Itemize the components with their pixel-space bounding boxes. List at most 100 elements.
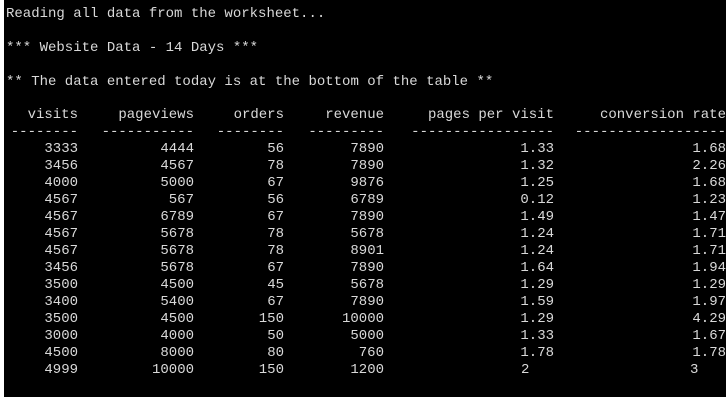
cell-pageviews: 10000	[151, 362, 194, 378]
cell-orders: 78	[267, 158, 284, 174]
cell-revenue: 7890	[350, 294, 384, 310]
cell-visits: 3500	[44, 277, 78, 293]
cell-orders: 67	[267, 260, 284, 276]
table-header-row: visits pageviews orders revenue pages per vi…	[4, 107, 726, 124]
cell-conversion-rate: 1.23	[692, 192, 726, 208]
cell-conversion-rate: 3	[690, 362, 699, 378]
column-separator-visits: --------	[10, 124, 78, 140]
cell-pageviews: 5678	[160, 243, 194, 259]
column-header-orders: orders	[233, 107, 284, 123]
table-row: 3000 4000 50 5000 1.33 1.67	[4, 328, 726, 345]
cell-pageviews: 5000	[160, 175, 194, 191]
column-header-pageviews: pageviews	[118, 107, 194, 123]
terminal-window: Reading all data from the worksheet... *…	[4, 0, 726, 397]
cell-visits: 4567	[44, 192, 78, 208]
column-header-conversion-rate: conversion rate	[599, 107, 726, 123]
cell-pages-per-visit: 1.24	[520, 243, 554, 259]
cell-pages-per-visit: 1.29	[520, 277, 554, 293]
cell-revenue: 7890	[350, 158, 384, 174]
cell-pages-per-visit: 1.78	[520, 345, 554, 361]
cell-orders: 78	[267, 226, 284, 242]
column-header-visits: visits	[27, 107, 78, 123]
cell-pageviews: 6789	[160, 209, 194, 225]
cell-conversion-rate: 1.47	[692, 209, 726, 225]
cell-conversion-rate: 1.97	[692, 294, 726, 310]
table-row: 3500 4500 45 5678 1.29 1.29	[4, 277, 726, 294]
cell-revenue: 5000	[350, 328, 384, 344]
cell-revenue: 7890	[350, 141, 384, 157]
table-row: 4999 10000 150 1200 2 3	[4, 362, 726, 379]
table-row: 4567 5678 78 8901 1.24 1.71	[4, 243, 726, 260]
note-line: ** The data entered today is at the bott…	[6, 74, 494, 90]
data-table: visits pageviews orders revenue pages per vi…	[4, 107, 726, 379]
table-row: 3333 4444 56 7890 1.33 1.68	[4, 141, 726, 158]
cell-pages-per-visit: 1.64	[520, 260, 554, 276]
cell-visits: 3000	[44, 328, 78, 344]
table-row: 3456 4567 78 7890 1.32 2.26	[4, 158, 726, 175]
cell-conversion-rate: 1.78	[692, 345, 726, 361]
table-separator-row: -------- ----------- -------- --------- ----…	[4, 124, 726, 141]
table-row: 4567 5678 78 5678 1.24 1.71	[4, 226, 726, 243]
cell-pageviews: 8000	[160, 345, 194, 361]
cell-orders: 78	[267, 243, 284, 259]
cell-pages-per-visit: 1.59	[520, 294, 554, 310]
cell-orders: 67	[267, 294, 284, 310]
cell-visits: 3456	[44, 158, 78, 174]
cell-orders: 150	[258, 311, 284, 327]
status-line-reading: Reading all data from the worksheet...	[6, 6, 326, 22]
cell-pageviews: 4567	[160, 158, 194, 174]
cell-pages-per-visit: 1.25	[520, 175, 554, 191]
cell-conversion-rate: 1.94	[692, 260, 726, 276]
table-row: 4500 8000 80 760 1.78 1.78	[4, 345, 726, 362]
cell-conversion-rate: 2.26	[692, 158, 726, 174]
column-separator-revenue: ---------	[308, 124, 384, 140]
cell-orders: 56	[267, 192, 284, 208]
column-header-pages-per-visit: pages per visit	[427, 107, 554, 123]
cell-pages-per-visit: 1.32	[520, 158, 554, 174]
cell-conversion-rate: 1.71	[692, 226, 726, 242]
column-separator-conversion-rate: ------------------	[574, 124, 726, 140]
cell-pageviews: 4500	[160, 311, 194, 327]
cell-revenue: 9876	[350, 175, 384, 191]
cell-orders: 67	[267, 175, 284, 191]
cell-pages-per-visit: 1.24	[520, 226, 554, 242]
cell-visits: 3333	[44, 141, 78, 157]
cell-pageviews: 4500	[160, 277, 194, 293]
cell-revenue: 10000	[341, 311, 384, 327]
cell-pageviews: 4444	[160, 141, 194, 157]
cell-visits: 3456	[44, 260, 78, 276]
cell-revenue: 8901	[350, 243, 384, 259]
column-separator-pages-per-visit: -----------------	[411, 124, 554, 140]
cell-visits: 4500	[44, 345, 78, 361]
cell-revenue: 1200	[350, 362, 384, 378]
cell-pages-per-visit: 2	[521, 362, 530, 378]
cell-pages-per-visit: 1.33	[520, 328, 554, 344]
cell-pageviews: 5678	[160, 260, 194, 276]
column-separator-orders: --------	[216, 124, 284, 140]
cell-pageviews: 5678	[160, 226, 194, 242]
cell-revenue: 5678	[350, 226, 384, 242]
cell-visits: 4567	[44, 209, 78, 225]
cell-visits: 3500	[44, 311, 78, 327]
cell-pages-per-visit: 1.49	[520, 209, 554, 225]
table-row: 4000 5000 67 9876 1.25 1.68	[4, 175, 726, 192]
cell-orders: 45	[267, 277, 284, 293]
cell-pages-per-visit: 1.33	[520, 141, 554, 157]
cell-pageviews: 567	[168, 192, 194, 208]
cell-conversion-rate: 1.29	[692, 277, 726, 293]
cell-revenue: 7890	[350, 260, 384, 276]
cell-orders: 50	[267, 328, 284, 344]
cell-orders: 56	[267, 141, 284, 157]
column-separator-pageviews: -----------	[101, 124, 194, 140]
cell-orders: 67	[267, 209, 284, 225]
cell-pageviews: 5400	[160, 294, 194, 310]
cell-visits: 3400	[44, 294, 78, 310]
table-row: 3400 5400 67 7890 1.59 1.97	[4, 294, 726, 311]
cell-revenue: 6789	[350, 192, 384, 208]
table-row: 4567 6789 67 7890 1.49 1.47	[4, 209, 726, 226]
table-row: 3456 5678 67 7890 1.64 1.94	[4, 260, 726, 277]
cell-revenue: 7890	[350, 209, 384, 225]
table-title-line: *** Website Data - 14 Days ***	[6, 40, 259, 56]
cell-visits: 4567	[44, 243, 78, 259]
table-row: 4567 567 56 6789 0.12 1.23	[4, 192, 726, 209]
